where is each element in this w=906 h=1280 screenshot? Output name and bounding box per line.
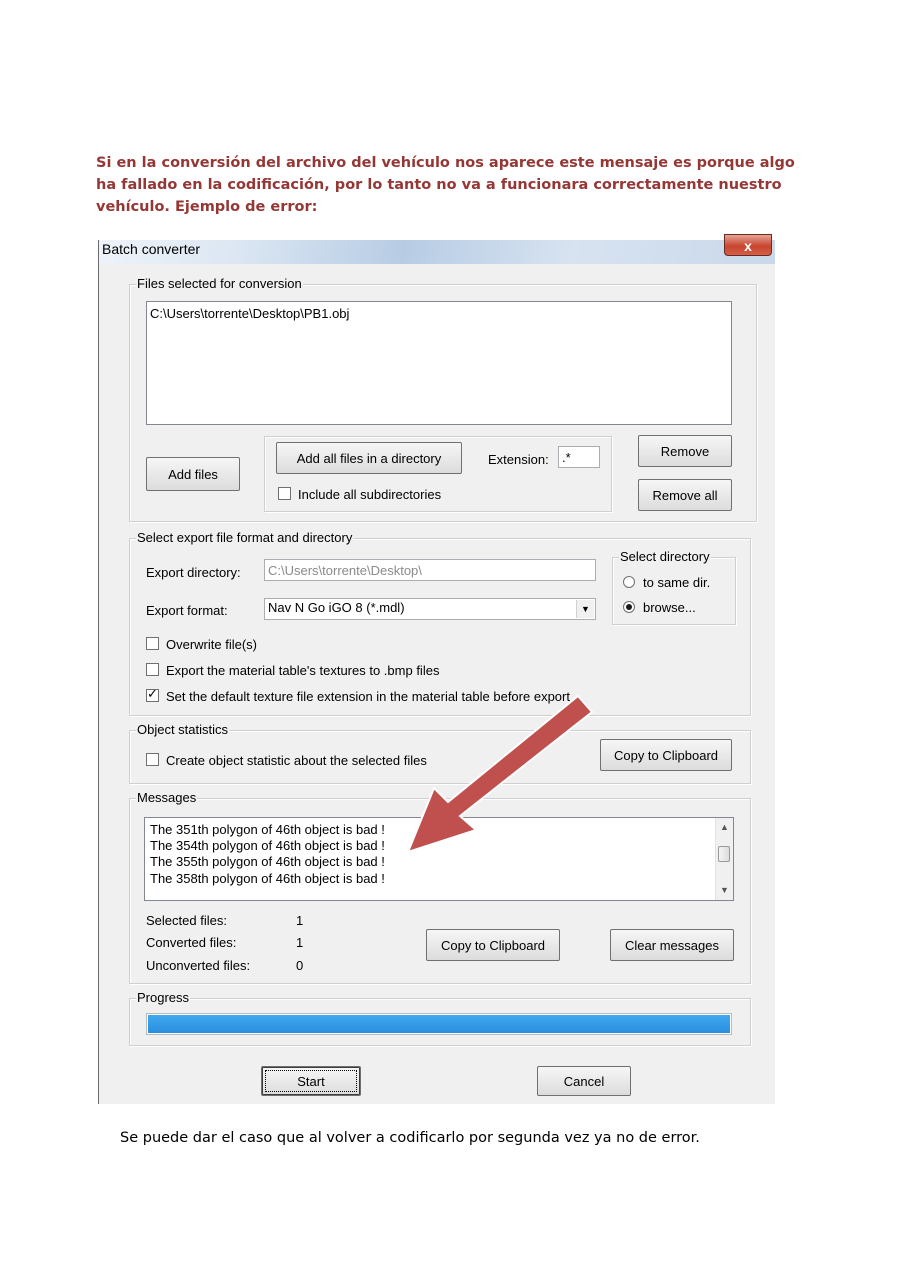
unconverted-files-label: Unconverted files:	[146, 958, 251, 973]
cancel-button[interactable]: Cancel	[537, 1066, 631, 1096]
progress-bar-fill	[148, 1015, 730, 1033]
include-subdirs-checkbox[interactable]	[278, 487, 291, 500]
progress-group: Progress	[129, 990, 751, 1046]
browse-radio[interactable]	[623, 601, 635, 613]
close-button[interactable]: x	[724, 234, 772, 256]
outro-paragraph: Se puede dar el caso que al volver a cod…	[120, 1130, 700, 1146]
messages-copy-clipboard-button[interactable]: Copy to Clipboard	[426, 929, 560, 961]
default-extension-checkbox[interactable]: ✓	[146, 686, 159, 702]
export-group-label: Select export file format and directory	[136, 530, 354, 545]
intro-paragraph: Si en la conversión del archivo del vehí…	[96, 155, 795, 215]
converted-files-label: Converted files:	[146, 935, 237, 950]
scroll-thumb[interactable]	[718, 846, 730, 862]
batch-converter-window: Batch converter x Files selected for con…	[98, 234, 775, 1104]
select-directory-label: Select directory	[619, 549, 711, 564]
export-textures-label: Export the material table's textures to …	[166, 663, 440, 678]
add-directory-button[interactable]: Add all files in a directory	[276, 442, 462, 474]
browse-label: browse...	[643, 600, 696, 615]
scroll-down-icon[interactable]: ▼	[716, 882, 733, 899]
annotation-arrow-icon	[406, 694, 594, 854]
annotation-arrow-shape	[406, 694, 594, 854]
same-dir-label: to same dir.	[643, 575, 711, 590]
export-group: Select export file format and directory …	[129, 530, 751, 716]
select-directory-group: Select directory to same dir. browse...	[612, 549, 736, 625]
progress-bar	[146, 1013, 732, 1035]
scroll-up-icon[interactable]: ▲	[716, 819, 733, 836]
export-format-value: Nav N Go iGO 8 (*.mdl)	[268, 600, 405, 615]
checkmark-icon: ✓	[147, 686, 158, 701]
title-bar[interactable]: Batch converter x	[99, 234, 775, 264]
selected-files-value: 1	[296, 913, 304, 928]
stats-copy-clipboard-button[interactable]: Copy to Clipboard	[600, 739, 732, 771]
export-directory-label: Export directory:	[146, 565, 241, 580]
export-format-select[interactable]: Nav N Go iGO 8 (*.mdl) ▼	[264, 598, 596, 620]
selected-files-label: Selected files:	[146, 913, 227, 928]
extension-input[interactable]	[558, 446, 600, 468]
export-format-label: Export format:	[146, 603, 228, 618]
message-item: The 358th polygon of 46th object is bad …	[150, 871, 385, 886]
files-group: Files selected for conversion C:\Users\t…	[129, 276, 757, 522]
same-dir-radio[interactable]	[623, 576, 635, 588]
clear-messages-button[interactable]: Clear messages	[610, 929, 734, 961]
message-item: The 355th polygon of 46th object is bad …	[150, 854, 385, 869]
converted-files-value: 1	[296, 935, 304, 950]
start-button[interactable]: Start	[261, 1066, 361, 1096]
messages-group-label: Messages	[136, 790, 198, 805]
include-subdirs-label: Include all subdirectories	[298, 487, 442, 502]
export-directory-input[interactable]	[264, 559, 596, 581]
stats-group-label: Object statistics	[136, 722, 230, 737]
files-group-label: Files selected for conversion	[136, 276, 303, 291]
remove-button[interactable]: Remove	[638, 435, 732, 467]
file-list-item[interactable]: C:\Users\torrente\Desktop\PB1.obj	[150, 306, 349, 321]
create-stats-label: Create object statistic about the select…	[166, 753, 427, 768]
message-item: The 351th polygon of 46th object is bad …	[150, 822, 385, 837]
add-files-button[interactable]: Add files	[146, 457, 240, 491]
focus-rect	[265, 1070, 357, 1092]
message-item: The 354th polygon of 46th object is bad …	[150, 838, 385, 853]
remove-all-button[interactable]: Remove all	[638, 479, 732, 511]
export-textures-checkbox[interactable]	[146, 663, 159, 676]
progress-group-label: Progress	[136, 990, 191, 1005]
overwrite-checkbox[interactable]	[146, 637, 159, 650]
create-stats-checkbox[interactable]	[146, 753, 159, 766]
unconverted-files-value: 0	[296, 958, 304, 973]
window-title: Batch converter	[102, 241, 201, 257]
overwrite-label: Overwrite file(s)	[166, 637, 258, 652]
chevron-down-icon[interactable]: ▼	[576, 600, 594, 618]
files-listbox[interactable]: C:\Users\torrente\Desktop\PB1.obj	[146, 301, 732, 425]
radio-selected-dot	[626, 604, 632, 610]
messages-scrollbar[interactable]: ▲ ▼	[715, 818, 733, 900]
extension-label: Extension:	[488, 452, 549, 467]
close-icon: x	[744, 238, 752, 254]
